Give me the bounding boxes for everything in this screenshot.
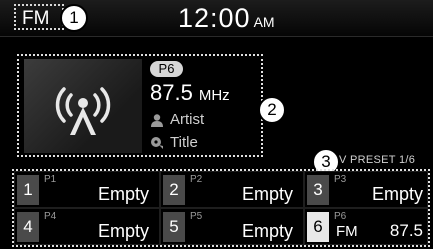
artist-row: Artist (150, 111, 204, 129)
preset-label: P6 (334, 211, 347, 222)
preset-number: 3 (307, 175, 329, 205)
preset-label: P4 (44, 211, 57, 222)
source-label: FM (22, 8, 50, 29)
preset-number: 2 (163, 175, 185, 205)
current-frequency: 87.5 MHz (150, 80, 230, 109)
title-text: Title (170, 134, 198, 151)
clock-ampm: AM (253, 14, 275, 30)
preset-grid: 1 P1 Empty 2 P2 Empty 3 P3 Empty 4 P4 Em… (12, 169, 430, 247)
preset-number: 6 (307, 212, 329, 242)
radio-screen: FM 1 12:00 AM P6 87.5 MHz Artist Title 2… (0, 0, 433, 249)
preset-button-2[interactable]: 2 P2 Empty (160, 171, 304, 208)
radio-antenna-icon (55, 87, 111, 135)
source-button[interactable]: FM (14, 4, 64, 30)
preset-name: Empty (241, 221, 293, 241)
frequency-unit: MHz (198, 87, 230, 104)
preset-button-4[interactable]: 4 P4 Empty (14, 208, 160, 245)
preset-label: P2 (190, 174, 203, 185)
preset-button-3[interactable]: 3 P3 Empty (304, 171, 428, 208)
preset-name: Empty (241, 184, 293, 204)
frequency-value: 87.5 (150, 80, 193, 105)
preset-button-6[interactable]: 6 P6 FM 87.5 (304, 208, 428, 245)
title-icon (151, 137, 163, 149)
clock: 12:00 AM (178, 2, 275, 38)
preset-number: 4 (17, 212, 39, 242)
preset-label: P5 (190, 211, 203, 222)
title-row: Title (150, 134, 198, 152)
preset-band: FM (336, 223, 358, 240)
clock-time: 12:00 (178, 3, 251, 33)
preset-number: 5 (163, 212, 185, 242)
preset-name: Empty (97, 184, 149, 204)
now-playing-panel[interactable]: P6 87.5 MHz Artist Title (17, 54, 263, 157)
preset-frequency: 87.5 (389, 221, 423, 240)
preset-button-1[interactable]: 1 P1 Empty (14, 171, 160, 208)
current-preset-badge: P6 (150, 61, 183, 77)
status-bar: FM 1 12:00 AM (0, 0, 433, 37)
preset-label: P3 (334, 174, 347, 185)
preset-label: P1 (44, 174, 57, 185)
preset-name: Empty (97, 221, 149, 241)
artist-icon (151, 114, 163, 127)
preset-name: Empty (371, 184, 423, 204)
callout-1: 1 (60, 4, 88, 32)
callout-2: 2 (258, 96, 286, 124)
artist-text: Artist (170, 111, 205, 128)
preset-page-indicator: V PRESET 1/6 (339, 154, 416, 166)
album-art (24, 59, 142, 153)
preset-number: 1 (17, 175, 39, 205)
preset-button-5[interactable]: 5 P5 Empty (160, 208, 304, 245)
